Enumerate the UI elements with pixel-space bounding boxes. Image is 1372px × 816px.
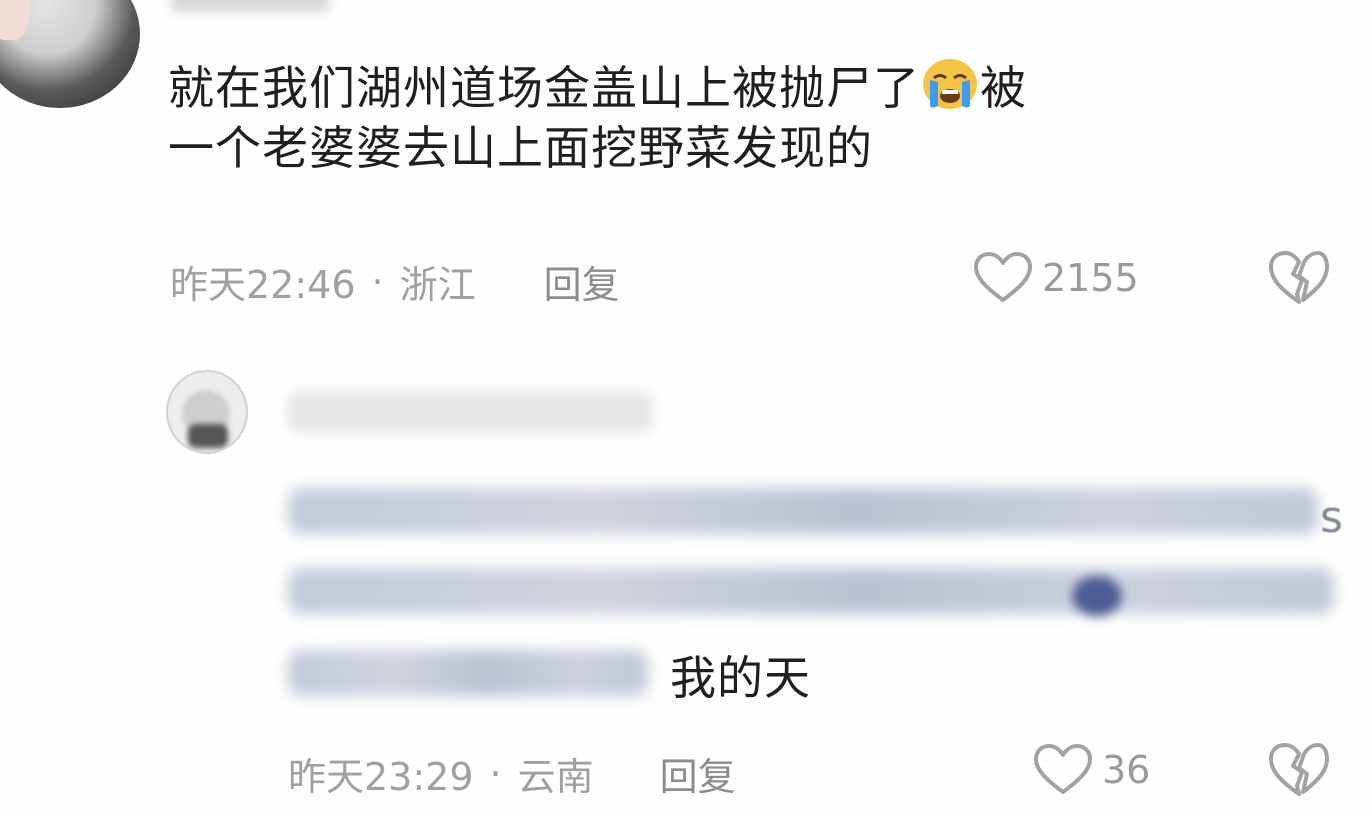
comment-body: 就在我们湖州道场金盖山上被抛尸了 被 一个老婆婆去山上面挖野菜发现的 bbox=[168, 56, 1338, 178]
reply-button[interactable]: 回复 bbox=[544, 254, 620, 309]
avatar-face bbox=[0, 0, 30, 40]
loudly-crying-emoji-icon bbox=[920, 56, 980, 112]
meta-separator: · bbox=[371, 259, 384, 304]
blurred-text-line bbox=[288, 650, 648, 696]
commenter-avatar[interactable] bbox=[0, 0, 140, 108]
comment-like-button[interactable]: 2155 bbox=[972, 250, 1139, 306]
comment-thread: 就在我们湖州道场金盖山上被抛尸了 被 一个老婆婆去山上面挖野菜发现的 昨天22:… bbox=[0, 0, 1372, 816]
reply-time: 昨天23:29 bbox=[288, 755, 474, 799]
comment-location: 浙江 bbox=[399, 263, 476, 307]
reply-reply-button[interactable]: 回复 bbox=[660, 746, 736, 801]
comment-meta: 昨天22:46 · 浙江 回复 bbox=[170, 254, 620, 309]
blurred-text-line bbox=[288, 568, 1334, 614]
blurred-text-line bbox=[288, 488, 1318, 534]
broken-heart-icon[interactable] bbox=[1266, 740, 1332, 804]
comment-time: 昨天22:46 bbox=[170, 263, 356, 307]
reply-location: 云南 bbox=[517, 755, 594, 799]
like-count: 2155 bbox=[1042, 256, 1139, 300]
heart-outline-icon bbox=[1034, 744, 1092, 794]
comment-line1: 就在我们湖州道场金盖山上被抛尸了 bbox=[168, 61, 920, 115]
reply-avatar[interactable] bbox=[166, 370, 248, 454]
reply-visible-text: 我的天 bbox=[670, 651, 811, 705]
like-count: 36 bbox=[1102, 748, 1151, 792]
commenter-name-blurred bbox=[170, 0, 330, 12]
comment-line2: 一个老婆婆去山上面挖野菜发现的 bbox=[168, 121, 873, 175]
meta-separator: · bbox=[489, 751, 502, 796]
blurred-emoji bbox=[1072, 576, 1122, 616]
heart-outline-icon bbox=[974, 252, 1032, 302]
comment-line1-tail: 被 bbox=[980, 61, 1027, 115]
reply-partial-letter: s bbox=[1320, 492, 1343, 543]
reply-avatar-shadow bbox=[188, 424, 228, 448]
broken-heart-icon[interactable] bbox=[1266, 248, 1332, 312]
reply-name-blurred bbox=[288, 392, 652, 432]
reply-like-button[interactable]: 36 bbox=[1032, 742, 1150, 798]
reply-meta: 昨天23:29 · 云南 回复 bbox=[288, 746, 736, 801]
